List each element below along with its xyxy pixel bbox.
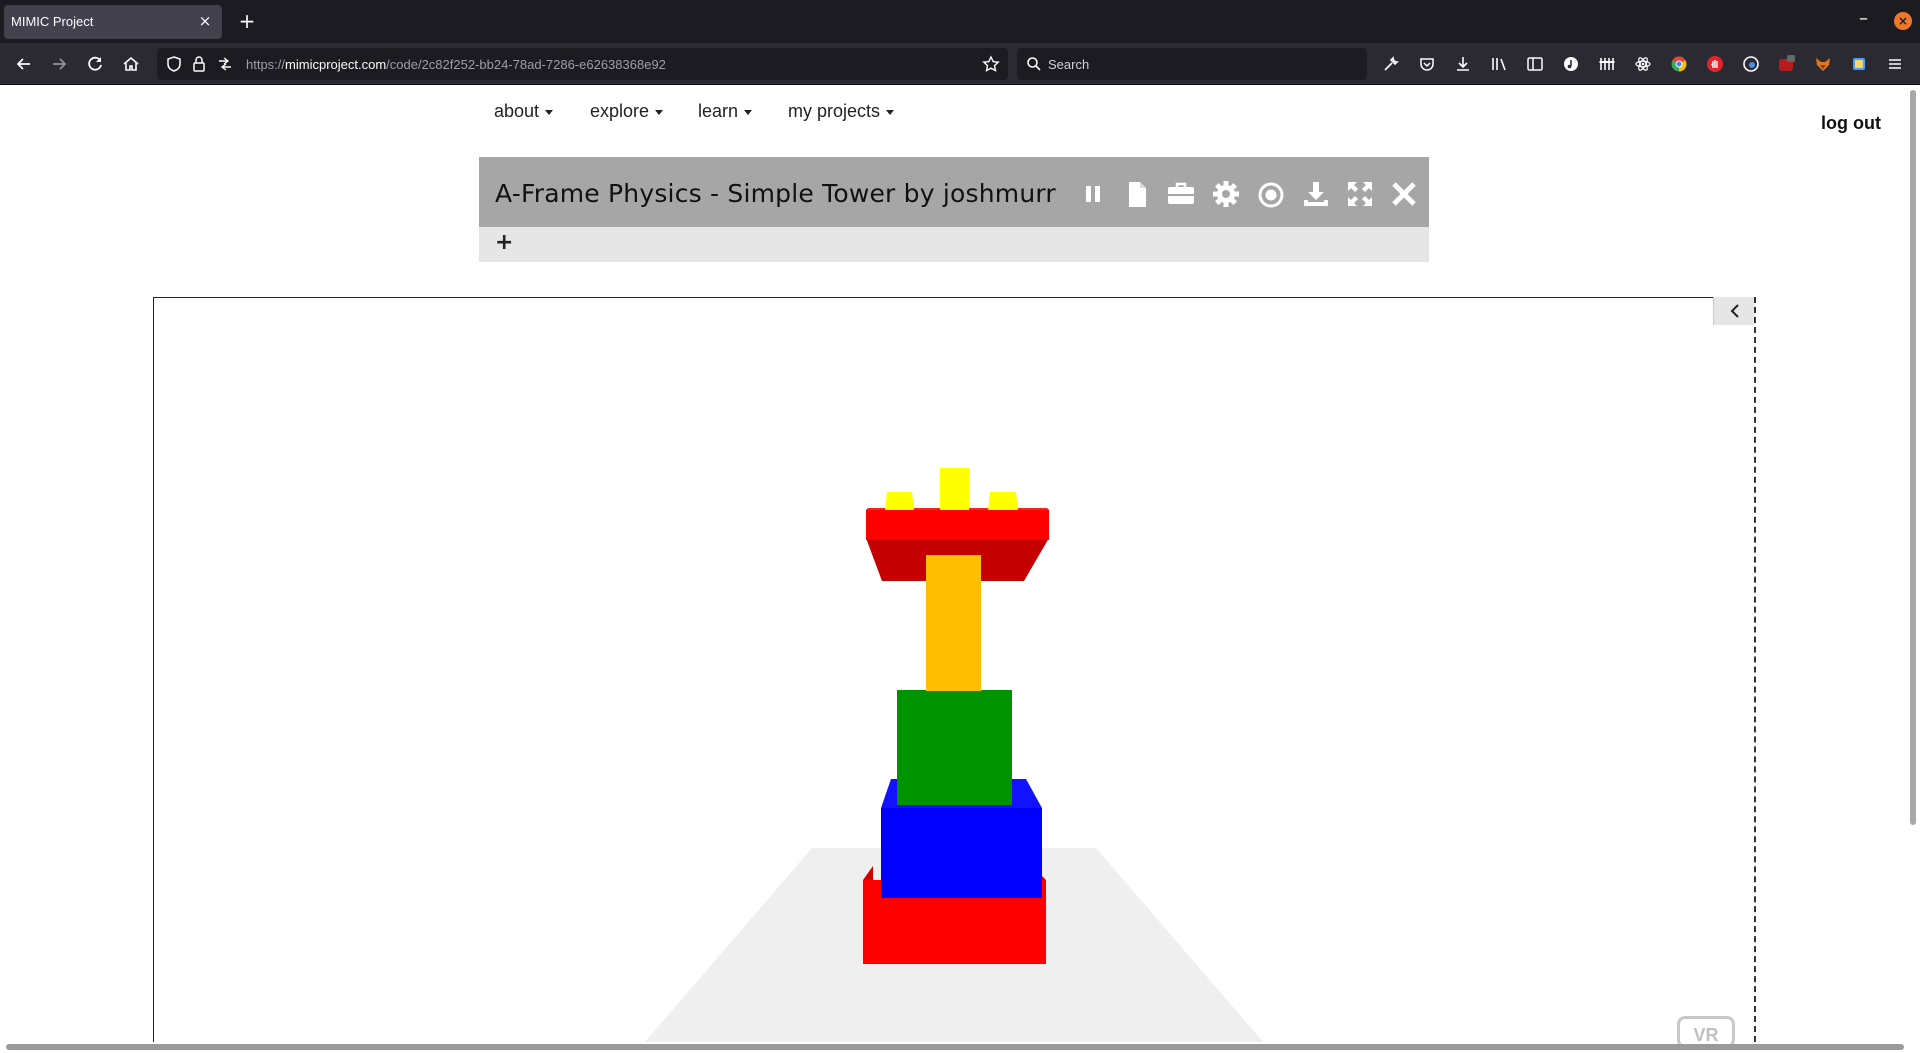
- nav-explore-label: explore: [590, 101, 650, 121]
- nav-about[interactable]: about: [494, 101, 554, 122]
- nav-learn[interactable]: learn: [698, 101, 753, 122]
- horizontal-scrollbar[interactable]: [6, 1044, 1904, 1050]
- container-extension-icon[interactable]: [1850, 55, 1868, 73]
- lock-icon[interactable]: [190, 55, 208, 73]
- home-icon[interactable]: [120, 53, 142, 75]
- tab-close-icon[interactable]: ×: [196, 12, 214, 30]
- close-icon[interactable]: [1389, 179, 1419, 209]
- logout-link[interactable]: log out: [1821, 113, 1881, 134]
- project-subbar: +: [479, 227, 1429, 262]
- bookmark-star-icon[interactable]: [982, 55, 1000, 73]
- music-extension-icon[interactable]: [1562, 55, 1580, 73]
- top-platform-front: [866, 510, 1049, 540]
- search-placeholder: Search: [1048, 57, 1090, 72]
- caret-down-icon: [655, 109, 664, 115]
- window-close-button[interactable]: ×: [1894, 12, 1912, 30]
- react-devtools-icon[interactable]: [1634, 55, 1652, 73]
- browser-tab-bar: MIMIC Project × + – ×: [0, 0, 1920, 43]
- nav-about-label: about: [494, 101, 540, 121]
- tab-title: MIMIC Project: [11, 14, 94, 29]
- green-block: [897, 690, 1012, 805]
- permissions-icon[interactable]: [216, 55, 234, 73]
- chrome-extension-icon[interactable]: [1670, 55, 1688, 73]
- nav-explore[interactable]: explore: [590, 101, 664, 122]
- vertical-scrollbar[interactable]: [1910, 90, 1916, 825]
- wrench-icon[interactable]: [1382, 55, 1400, 73]
- forward-icon[interactable]: [48, 53, 70, 75]
- add-button[interactable]: +: [495, 231, 513, 255]
- yellow-block-left: [885, 492, 914, 510]
- gear-icon[interactable]: [1211, 179, 1241, 209]
- collapse-panel-button[interactable]: [1713, 297, 1755, 325]
- download-icon[interactable]: [1301, 179, 1331, 209]
- url-bar[interactable]: https://mimicproject.com/code/2c82f252-b…: [157, 48, 1008, 80]
- panel-divider[interactable]: [1754, 297, 1756, 1042]
- project-title: A-Frame Physics - Simple Tower by joshmu…: [495, 179, 1056, 208]
- browser-tab[interactable]: MIMIC Project ×: [4, 5, 222, 39]
- url-path: /code/2c82f252-bb24-78ad-7286-e62638368e…: [386, 57, 666, 72]
- url-scheme: https://: [246, 57, 286, 72]
- nav-my-projects-label: my projects: [788, 101, 881, 121]
- browser-toolbar: https://mimicproject.com/code/2c82f252-b…: [0, 43, 1920, 85]
- back-icon[interactable]: [13, 53, 35, 75]
- scene-viewport[interactable]: [153, 297, 1756, 1042]
- yellow-block-right: [988, 492, 1018, 510]
- hand-extension-icon[interactable]: [1706, 55, 1724, 73]
- minimize-button[interactable]: –: [1859, 8, 1868, 29]
- library-icon[interactable]: [1490, 55, 1508, 73]
- search-icon: [1027, 57, 1041, 71]
- briefcase-icon[interactable]: [1166, 179, 1196, 209]
- pause-icon[interactable]: [1078, 179, 1108, 209]
- record-icon[interactable]: [1256, 179, 1286, 209]
- document-icon[interactable]: [1122, 179, 1152, 209]
- caret-down-icon: [744, 109, 753, 115]
- reload-icon[interactable]: [84, 53, 106, 75]
- pocket-icon[interactable]: [1418, 55, 1436, 73]
- search-bar[interactable]: Search: [1017, 48, 1367, 80]
- new-tab-button[interactable]: +: [236, 10, 258, 32]
- globe-extension-icon[interactable]: [1742, 55, 1760, 73]
- physics-scene: [644, 468, 1264, 1042]
- badge-extension-icon[interactable]: [1778, 55, 1796, 73]
- download-arrow-icon[interactable]: [1454, 55, 1472, 73]
- url-host: mimicproject.com: [285, 57, 387, 72]
- fullscreen-icon[interactable]: [1345, 179, 1375, 209]
- shield-icon[interactable]: [165, 55, 183, 73]
- mixer-extension-icon[interactable]: [1598, 55, 1616, 73]
- blue-block-front: [881, 808, 1042, 898]
- nav-my-projects[interactable]: my projects: [788, 101, 895, 122]
- chevron-left-icon: [1730, 304, 1739, 318]
- fox-extension-icon[interactable]: [1814, 55, 1832, 73]
- caret-down-icon: [545, 109, 554, 115]
- nav-learn-label: learn: [698, 101, 739, 121]
- yellow-block-center: [940, 468, 969, 510]
- caret-down-icon: [886, 109, 895, 115]
- orange-pillar-upper: [926, 555, 981, 581]
- menu-icon[interactable]: [1886, 55, 1904, 73]
- project-header: A-Frame Physics - Simple Tower by joshmu…: [479, 157, 1429, 227]
- sidebar-icon[interactable]: [1526, 55, 1544, 73]
- url-text[interactable]: https://mimicproject.com/code/2c82f252-b…: [246, 57, 666, 72]
